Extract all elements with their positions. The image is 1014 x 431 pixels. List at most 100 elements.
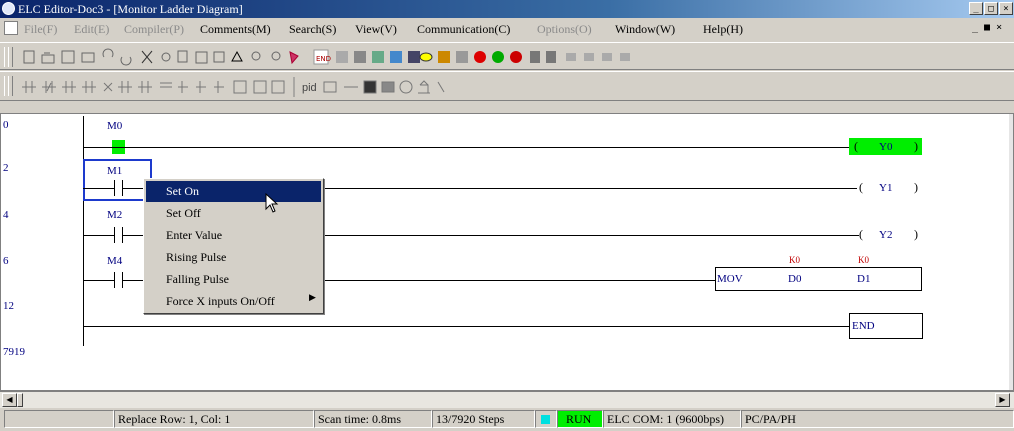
status-steps: 13/7920 Steps <box>432 410 535 428</box>
scroll-right-button[interactable]: ▶ <box>995 393 1010 407</box>
menu-comments[interactable]: Comments(M) <box>200 22 271 37</box>
maximize-button[interactable]: □ <box>984 2 998 15</box>
stop-record-icon <box>474 51 486 63</box>
instruction-mode-icon <box>372 51 384 63</box>
grid-icon <box>390 51 402 63</box>
end-label: END <box>852 320 875 332</box>
minimize-button[interactable]: _ <box>969 2 983 15</box>
menu-item-force-x-inputs[interactable]: Force X inputs On/Off <box>146 291 321 312</box>
table-icon <box>408 51 420 63</box>
left-power-rail <box>83 116 84 346</box>
sfc-mode-icon <box>354 51 366 63</box>
transfer-icon <box>456 51 468 63</box>
menu-search[interactable]: Search(S) <box>289 22 336 37</box>
coil-label: Y2 <box>879 229 893 241</box>
submenu-arrow-icon: ▶ <box>309 293 316 303</box>
horizontal-scrollbar[interactable]: ◀ ▶ <box>0 391 1014 408</box>
contact-label: M1 <box>107 165 123 177</box>
code-icon <box>584 53 594 61</box>
menu-item-rising-pulse[interactable]: Rising Pulse <box>146 247 321 268</box>
ladder-insert-icon <box>620 53 630 61</box>
coil-icon <box>253 80 267 94</box>
vertical-line-icon <box>138 81 152 93</box>
percent-icon <box>381 81 395 93</box>
scrollbar-thumb[interactable] <box>17 393 23 407</box>
download-icon <box>546 51 556 63</box>
f12-icon <box>214 81 224 93</box>
dst-value: K0 <box>858 255 869 265</box>
status-mode-position: Replace Row: 1, Col: 1 <box>114 410 314 428</box>
status-position: Row: 1, Col: 1 <box>159 412 231 426</box>
rising-contact-icon <box>62 81 76 93</box>
menu-compiler[interactable]: Compiler(P) <box>124 22 184 37</box>
coil-label: Y1 <box>879 182 893 194</box>
branch-icon <box>118 81 132 93</box>
ladder-mode-icon <box>336 51 348 63</box>
status-scan-time: Scan time: 0.8ms <box>314 410 432 428</box>
menu-item-enter-value[interactable]: Enter Value <box>146 225 321 246</box>
status-cyan-indicator-icon <box>541 415 550 424</box>
scroll-left-button[interactable]: ◀ <box>2 393 17 407</box>
block-icon <box>363 80 377 94</box>
delete-icon <box>141 50 153 64</box>
contact-label: M4 <box>107 255 123 267</box>
output-icon <box>233 80 247 94</box>
mdi-window-controls[interactable]: _ ■ × <box>972 22 1002 33</box>
zoom-out-icon <box>271 51 281 61</box>
toolbar-icons: END <box>23 48 630 66</box>
status-indicator <box>535 410 557 428</box>
pid-label: pid <box>302 82 317 94</box>
contact-label: M2 <box>107 209 123 221</box>
undo-icon <box>102 48 114 58</box>
window-title: ELC Editor-Doc3 - [Monitor Ladder Diagra… <box>18 2 243 16</box>
status-run: RUN <box>557 410 603 428</box>
menu-item-set-off[interactable]: Set Off <box>146 203 321 224</box>
title-bar: ELC Editor-Doc3 - [Monitor Ladder Diagra… <box>0 0 1014 18</box>
main-toolbar: END <box>0 42 1014 70</box>
menu-help[interactable]: Help(H) <box>703 22 743 37</box>
menu-communication[interactable]: Communication(C) <box>417 22 510 37</box>
mouse-cursor-icon <box>265 193 279 213</box>
api-icon <box>271 80 285 94</box>
menu-item-set-on[interactable]: Set On <box>146 181 321 202</box>
paste-icon <box>195 51 208 64</box>
step-number: 2 <box>3 162 9 174</box>
menu-view[interactable]: View(V) <box>355 22 397 37</box>
document-icon[interactable] <box>4 21 18 35</box>
src-value: K0 <box>789 255 800 265</box>
mov-instruction-box[interactable]: MOV D0 D1 <box>715 267 922 291</box>
vertical-scrollbar-strip[interactable] <box>1009 114 1013 390</box>
menu-window[interactable]: Window(W) <box>615 22 675 37</box>
no-contact-icon <box>22 81 36 93</box>
toolbar-grip[interactable] <box>8 47 13 67</box>
dst-operand: D1 <box>857 273 871 285</box>
tool-icon <box>437 81 445 93</box>
status-model: PC/PA/PH <box>741 410 1014 428</box>
close-button[interactable]: × <box>999 2 1013 15</box>
cut-icon <box>161 52 171 62</box>
menu-file[interactable]: File(F) <box>24 22 57 37</box>
app-icon[interactable] <box>2 2 15 15</box>
open-file-icon <box>41 52 55 64</box>
run-icon <box>492 51 504 63</box>
stop-icon <box>510 51 522 63</box>
redo-icon <box>120 56 132 66</box>
comment-icon <box>419 52 433 62</box>
toolbar-grip[interactable] <box>8 76 13 96</box>
end-instruction-box[interactable]: END <box>849 313 923 339</box>
svg-text:END: END <box>316 55 331 63</box>
menu-options[interactable]: Options(O) <box>537 22 592 37</box>
upload-icon <box>530 51 540 63</box>
parallel-icon <box>103 82 113 92</box>
paste-special-icon <box>213 51 225 63</box>
menu-item-falling-pulse[interactable]: Falling Pulse <box>146 269 321 290</box>
horizontal-line-icon <box>160 82 172 88</box>
binary-icon <box>602 53 612 61</box>
context-menu: Set On Set Off Enter Value Rising Pulse … <box>143 178 324 314</box>
menu-edit[interactable]: Edit(E) <box>74 22 109 37</box>
falling-contact-icon <box>82 81 96 93</box>
status-blank <box>4 410 114 428</box>
building-icon <box>418 80 430 94</box>
monitor-icon <box>438 51 450 63</box>
save-icon <box>61 50 75 64</box>
